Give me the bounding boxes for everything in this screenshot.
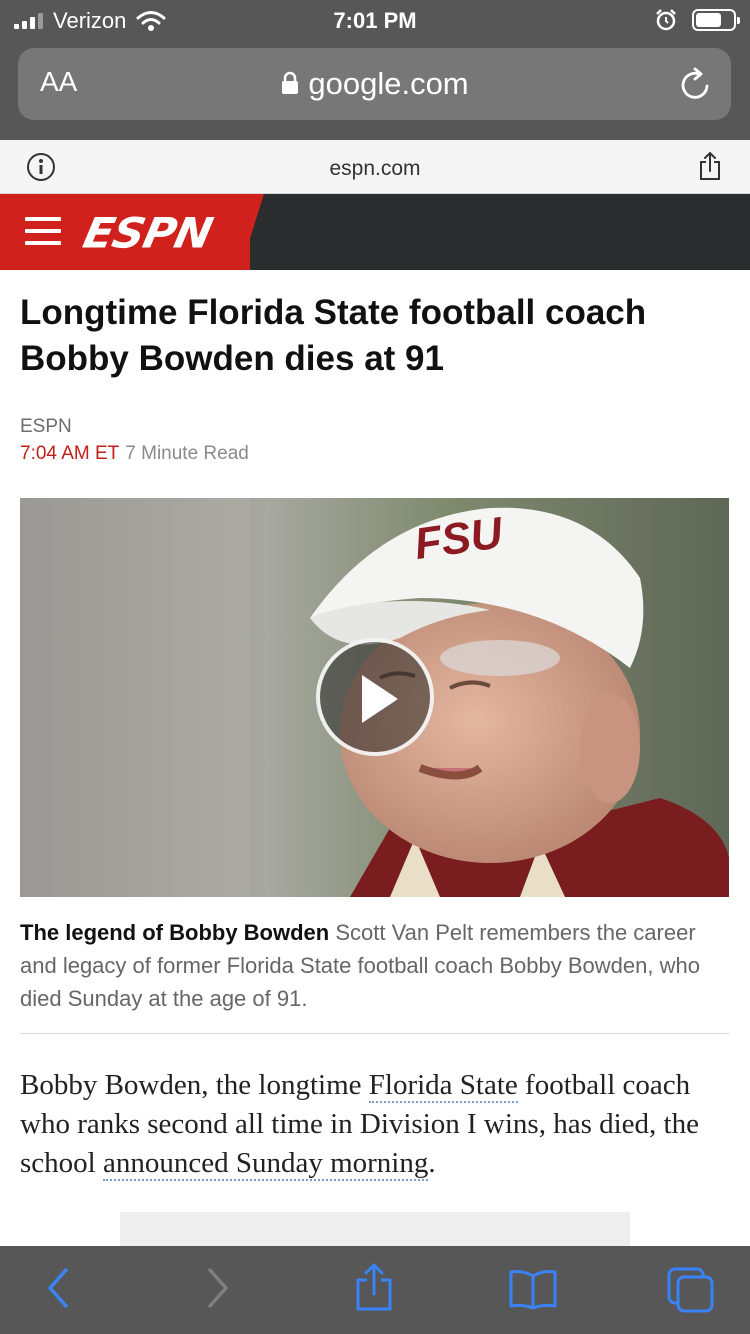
status-right [654, 8, 740, 32]
tabs-button[interactable] [666, 1266, 716, 1319]
bookmarks-icon [509, 1270, 557, 1310]
play-icon[interactable] [316, 638, 434, 756]
address-host[interactable]: google.com [18, 66, 731, 102]
lock-icon [282, 71, 299, 94]
share-icon [700, 151, 720, 180]
article-dateline: 7:04 AM ET 7 Minute Read [20, 443, 249, 465]
florida-state-link[interactable]: Florida State [368, 1069, 518, 1103]
back-button[interactable] [42, 1266, 74, 1315]
browser-toolbar [0, 1246, 750, 1334]
tabs-icon [667, 1267, 714, 1313]
browser-chrome: Verizon 7:01 PM AA google.com [0, 0, 750, 140]
site-share-button[interactable] [698, 151, 722, 186]
body-text-1: Bobby Bowden, the longtime [20, 1069, 369, 1101]
article-body-paragraph: Bobby Bowden, the longtime Florida State… [20, 1066, 732, 1183]
forward-button[interactable] [202, 1266, 234, 1315]
site-domain: espn.com [329, 157, 421, 180]
battery-icon [692, 9, 740, 31]
caption-title: The legend of Bobby Bowden [20, 920, 330, 945]
toolbar-share-button[interactable] [354, 1262, 394, 1317]
host-text: google.com [308, 66, 469, 101]
forward-icon [208, 1268, 228, 1308]
back-icon [48, 1268, 68, 1308]
article-source: ESPN [20, 416, 72, 437]
address-bar[interactable]: AA google.com [18, 48, 731, 120]
bookmarks-button[interactable] [508, 1268, 558, 1315]
announcement-link[interactable]: announced Sunday morning [102, 1147, 429, 1181]
article-read-time: 7 Minute Read [125, 443, 249, 464]
site-info-bar: espn.com [0, 140, 750, 194]
video-thumbnail[interactable]: FSU [20, 498, 729, 897]
video-caption: The legend of Bobby Bowden Scott Van Pel… [20, 916, 730, 1015]
reload-icon [681, 67, 709, 99]
divider [20, 1033, 729, 1034]
espn-logo[interactable]: ESPN [79, 209, 216, 257]
ad-placeholder [120, 1212, 630, 1246]
reload-button[interactable] [679, 66, 713, 107]
status-bar: Verizon 7:01 PM [0, 0, 750, 40]
share-icon [356, 1263, 392, 1311]
header-slant [240, 194, 264, 270]
article-time: 7:04 AM ET [20, 443, 120, 464]
hamburger-icon[interactable] [25, 217, 61, 253]
alarm-icon [656, 9, 676, 31]
espn-header: ESPN [0, 194, 750, 270]
body-text-3: . [428, 1147, 436, 1179]
article-headline: Longtime Florida State football coach Bo… [20, 293, 647, 378]
status-time: 7:01 PM [333, 8, 417, 33]
